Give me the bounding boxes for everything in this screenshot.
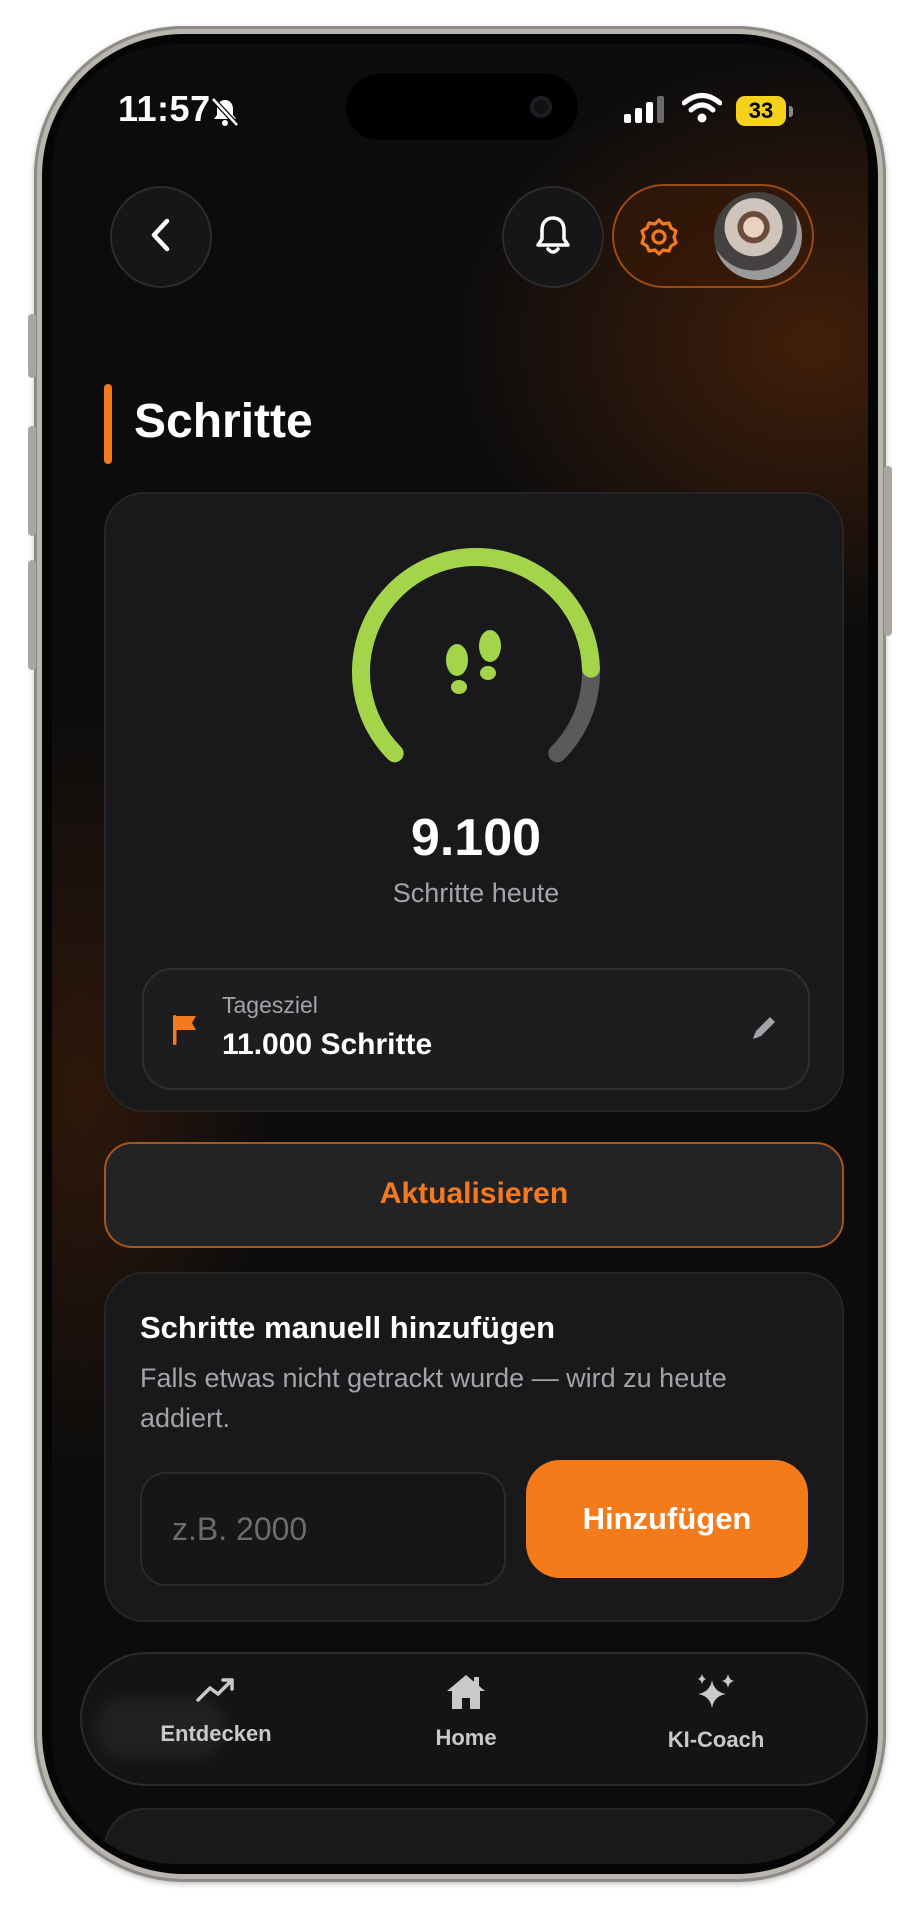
flag-icon — [170, 1012, 200, 1053]
silent-bell-icon — [210, 96, 240, 133]
tab-ki-coach-label: KI-Coach — [667, 1727, 765, 1752]
page-title: Schritte — [134, 395, 313, 448]
steps-today-count: 9.100 — [410, 809, 542, 867]
profile-settings-button[interactable] — [612, 184, 814, 288]
daily-goal-row[interactable]: Tagesziel 11.000 Schritte — [142, 968, 810, 1090]
trending-up-icon — [194, 1678, 238, 1712]
title-accent-bar — [104, 384, 112, 464]
tab-ki-coach[interactable]: KI-Coach — [616, 1672, 816, 1753]
home-icon — [444, 1675, 488, 1716]
battery-tip — [789, 106, 793, 117]
steps-today-label: Schritte heute — [392, 878, 560, 908]
manual-add-title: Schritte manuell hinzufügen — [140, 1310, 556, 1345]
side-button-power — [884, 466, 892, 636]
side-button-volume-up — [28, 426, 36, 536]
update-button[interactable]: Aktualisieren — [104, 1142, 844, 1248]
status-time: 11:57 — [118, 88, 211, 129]
tab-entdecken-label: Entdecken — [160, 1721, 272, 1746]
side-button-volume-down — [28, 560, 36, 670]
manual-add-card: Schritte manuell hinzufügen Falls etwas … — [104, 1272, 844, 1622]
back-button[interactable] — [110, 186, 212, 288]
add-steps-button[interactable]: Hinzufügen — [526, 1460, 808, 1578]
tab-entdecken[interactable]: Entdecken — [116, 1672, 316, 1747]
pencil-icon[interactable] — [748, 1012, 780, 1049]
dynamic-island — [346, 74, 578, 140]
notifications-button[interactable] — [502, 186, 604, 288]
app-screen: 11:57 33 Schritte 9.100 Schritte heute T… — [52, 44, 868, 1864]
phone-body: 11:57 33 Schritte 9.100 Schritte heute T… — [28, 26, 892, 1882]
battery-indicator: 33 — [736, 96, 786, 126]
manual-steps-input[interactable] — [140, 1472, 506, 1586]
tab-home[interactable]: Home — [366, 1672, 566, 1751]
daily-goal-caption: Tagesziel — [222, 992, 318, 1018]
wifi-icon — [681, 92, 723, 129]
gauge-track — [548, 659, 600, 763]
device-frame: 11:57 33 Schritte 9.100 Schritte heute T… — [0, 0, 918, 1913]
sparkles-icon — [692, 1674, 740, 1718]
tab-home-label: Home — [435, 1725, 497, 1750]
steps-card: 9.100 Schritte heute Tagesziel 11.000 Sc… — [104, 492, 844, 1112]
tab-bar: Entdecken Home KI-Coach — [80, 1652, 868, 1786]
avatar — [714, 192, 802, 280]
daily-goal-value: 11.000 Schritte — [222, 1028, 433, 1061]
gear-icon — [638, 216, 680, 263]
bell-icon — [533, 213, 573, 262]
gauge-progress-arc — [352, 548, 600, 763]
manual-add-description: Falls etwas nicht getrackt wurde — wird … — [140, 1363, 727, 1433]
next-card-peek — [104, 1808, 844, 1864]
chevron-left-icon — [146, 215, 176, 260]
side-button-action — [28, 314, 36, 378]
cellular-signal-icon — [624, 94, 668, 129]
steps-progress-gauge — [352, 548, 600, 763]
footsteps-icon — [446, 630, 501, 694]
